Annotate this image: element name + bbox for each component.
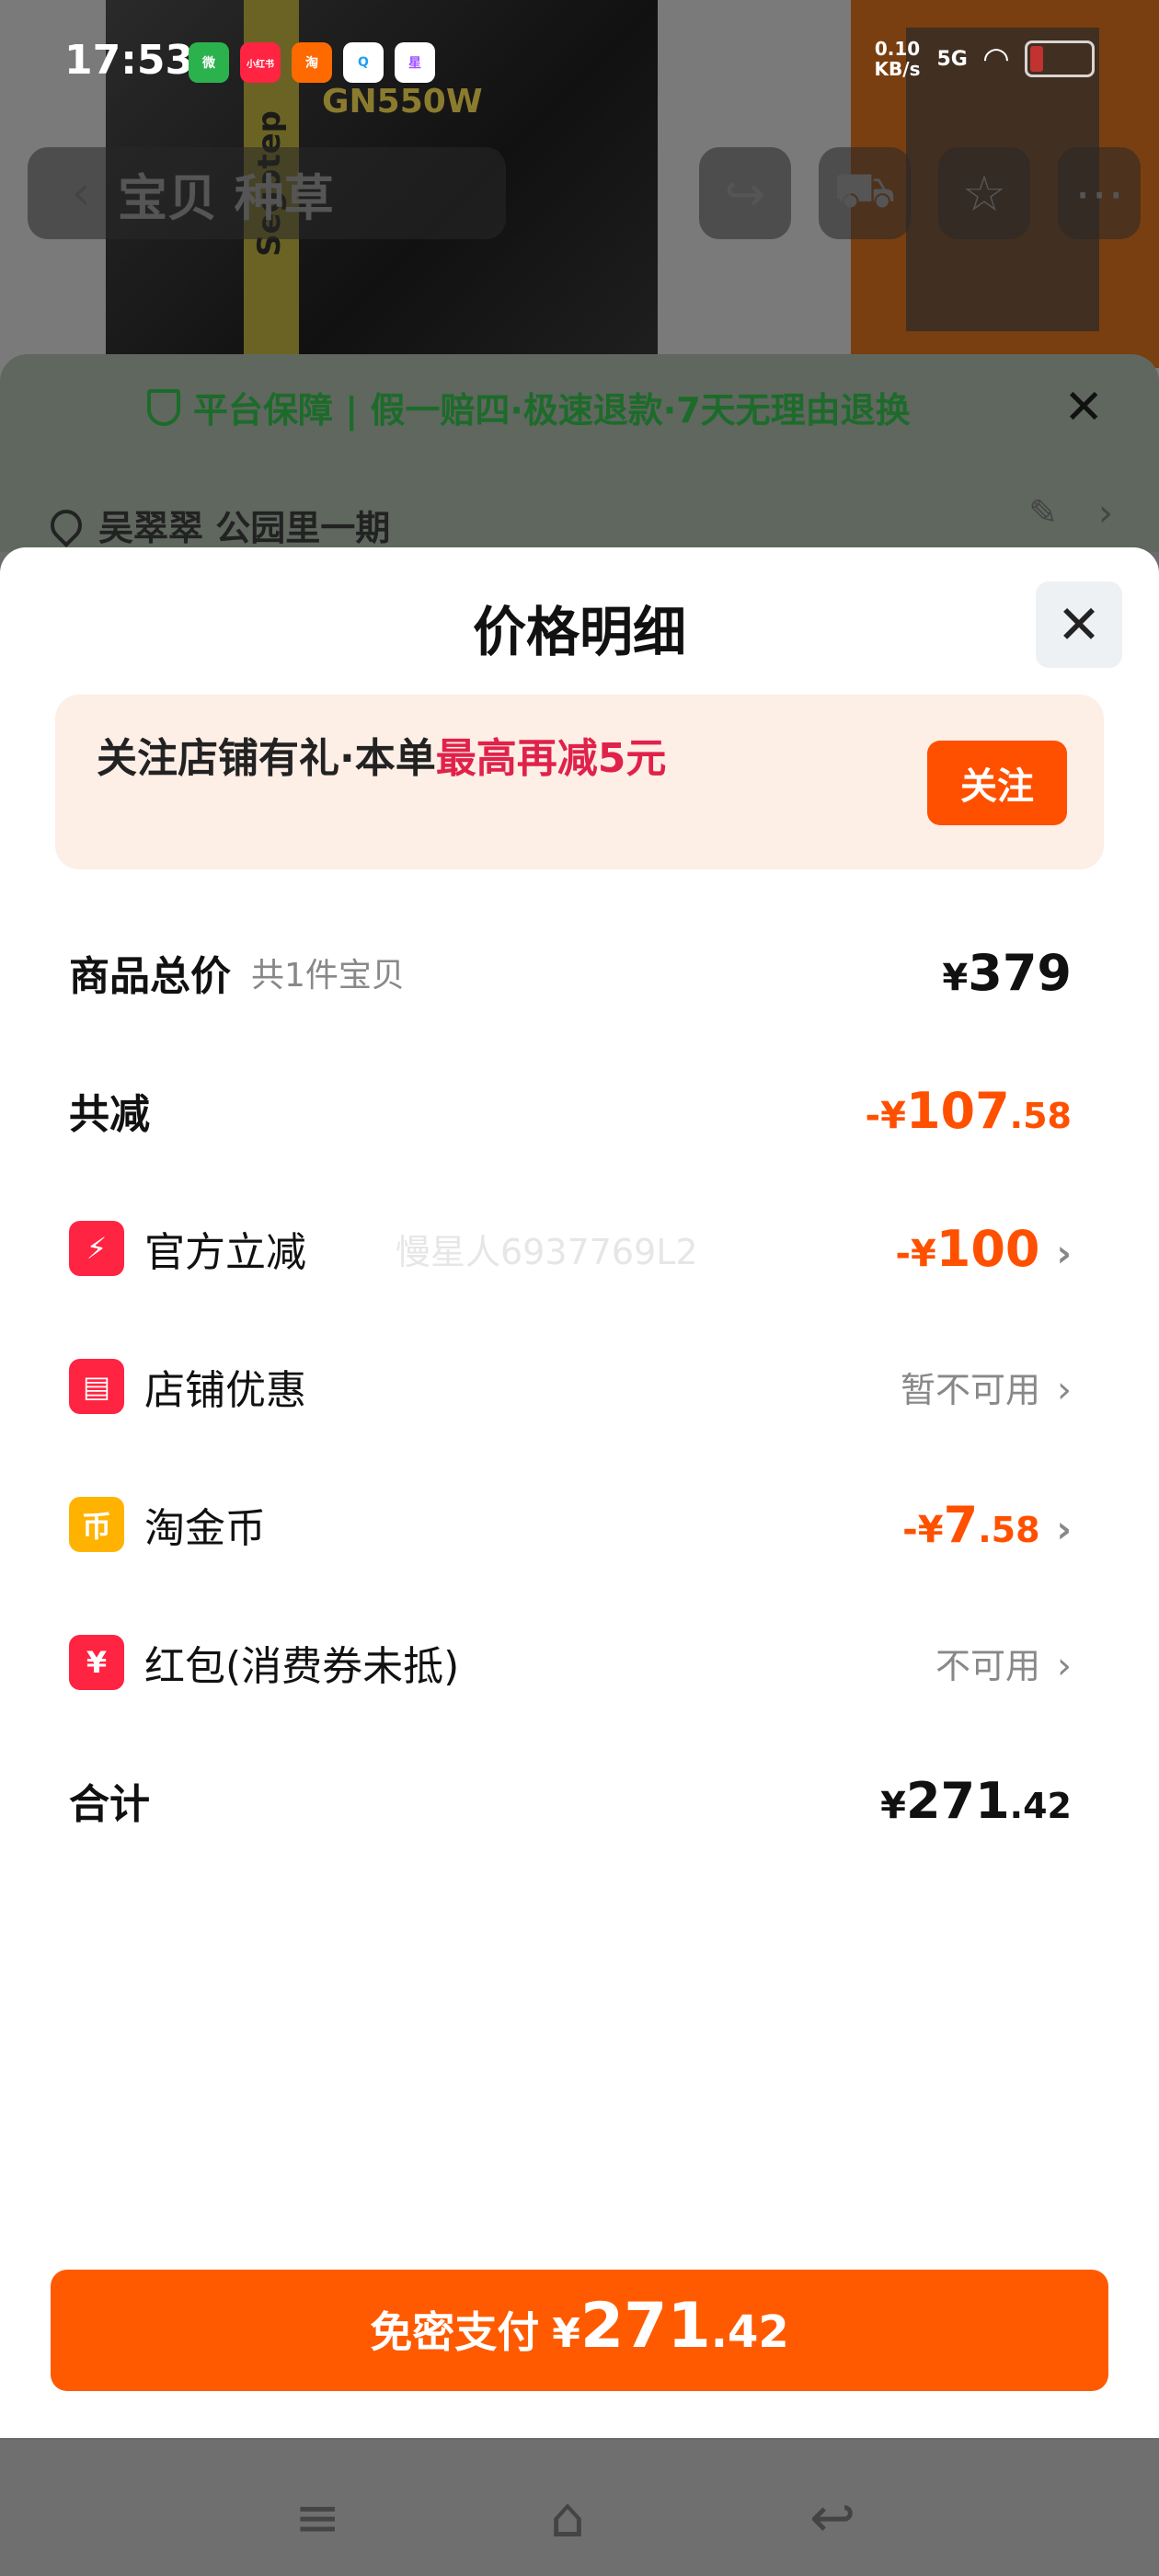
- back-icon[interactable]: ↩: [809, 2486, 855, 2550]
- official-discount-value: -¥ 100 ›: [895, 1219, 1072, 1278]
- pay-button[interactable]: 免密支付 ¥271.42: [51, 2270, 1108, 2391]
- shop-discount-value: 暂不可用 ›: [900, 1368, 1072, 1411]
- watermark: 慢星人6937769L2: [396, 1232, 698, 1272]
- redpacket-row[interactable]: ¥ 红包(消费券未抵) 不可用 ›: [69, 1626, 1072, 1699]
- sum-value: ¥271.42: [880, 1771, 1072, 1830]
- cart-icon: ⛟: [819, 147, 911, 239]
- address-row: 吴翠翠 公园里一期: [43, 500, 391, 550]
- taobao-icon: 淘: [292, 42, 332, 83]
- signal-icon: 5G: [936, 47, 968, 71]
- chevron-right-icon: ›: [1056, 1508, 1072, 1551]
- status-right: 0.10 KB/s 5G ◠: [875, 39, 1095, 79]
- wifi-icon: ◠: [983, 40, 1008, 77]
- redpacket-value: 不可用 ›: [935, 1644, 1072, 1687]
- location-icon: [43, 502, 89, 547]
- total-price-row: 商品总价 共1件宝贝 ¥379: [69, 936, 1072, 1009]
- item-count: 共1件宝贝: [251, 957, 405, 995]
- promo-banner: 关注店铺有礼·本单最高再减5元 关注: [55, 695, 1104, 869]
- nav-title: 宝贝 种草: [118, 168, 334, 227]
- discount-label: 共减: [69, 1091, 150, 1138]
- xiaohongshu-icon: 小红书: [240, 42, 281, 83]
- qq-icon: Q: [343, 42, 384, 83]
- redpacket-label: 红包(消费券未抵): [144, 1643, 460, 1690]
- edit-icon: ✎: [1028, 492, 1058, 533]
- chevron-right-icon: ›: [1098, 492, 1113, 535]
- total-price-value: ¥379: [942, 943, 1072, 1002]
- guarantee-text: 平台保障 | 假一赔四·极速退款·7天无理由退换: [193, 390, 911, 431]
- system-nav-bar: ≡ ⌂ ↩: [0, 2440, 1159, 2576]
- close-icon: ✕: [1063, 380, 1104, 435]
- address-text: 吴翠翠 公园里一期: [98, 508, 391, 548]
- pay-label: 免密支付: [370, 2307, 540, 2357]
- guarantee-row: 平台保障 | 假一赔四·极速退款·7天无理由退换: [147, 382, 911, 432]
- chevron-right-icon: ›: [1057, 1644, 1072, 1687]
- coin-icon: 币: [69, 1497, 124, 1552]
- coin-value: -¥ 7.58 ›: [902, 1495, 1072, 1554]
- guarantee-banner: 平台保障 | 假一赔四·极速退款·7天无理由退换 ✕ 吴翠翠 公园里一期 ✎ ›: [0, 354, 1159, 552]
- shield-icon: [147, 388, 180, 426]
- net-speed: 0.10 KB/s: [874, 38, 921, 80]
- shop-icon: ▤: [69, 1359, 124, 1414]
- red-packet-icon: ¥: [69, 1635, 124, 1690]
- sum-row: 合计 ¥271.42: [69, 1764, 1072, 1837]
- close-button[interactable]: ✕: [1036, 581, 1122, 668]
- official-discount-label: 官方立减: [144, 1229, 306, 1276]
- home-icon[interactable]: ⌂: [550, 2486, 585, 2550]
- status-bar: 17:53 微 小红书 淘 Q 星 0.10 KB/s 5G ◠: [0, 0, 1159, 120]
- coin-label: 淘金币: [144, 1505, 266, 1552]
- sum-label: 合计: [69, 1781, 150, 1828]
- wechat-icon: 微: [189, 42, 229, 83]
- share-icon: ↪: [699, 147, 791, 239]
- lightning-icon: ⚡: [69, 1221, 124, 1276]
- star-app-icon: 星: [395, 42, 435, 83]
- discount-row: 共减 -¥ 107.58: [69, 1074, 1072, 1147]
- more-icon: ⋯: [1058, 147, 1141, 239]
- star-icon: ☆: [938, 147, 1030, 239]
- back-icon: ‹: [71, 166, 91, 221]
- close-icon: ✕: [1056, 593, 1102, 656]
- chevron-right-icon: ›: [1057, 1368, 1072, 1411]
- sheet-title: 价格明细: [472, 601, 686, 663]
- status-app-icons: 微 小红书 淘 Q 星: [189, 42, 435, 83]
- total-price-label: 商品总价: [69, 953, 231, 1000]
- promo-text: 关注店铺有礼·本单最高再减5元: [97, 735, 667, 782]
- status-time: 17:53: [64, 37, 194, 84]
- chevron-right-icon: ›: [1056, 1232, 1072, 1275]
- discount-value: -¥ 107.58: [865, 1081, 1073, 1140]
- menu-icon[interactable]: ≡: [294, 2486, 340, 2550]
- shop-discount-label: 店铺优惠: [144, 1367, 306, 1414]
- price-detail-sheet: 价格明细 ✕ 关注店铺有礼·本单最高再减5元 关注 商品总价 共1件宝贝 ¥37…: [0, 547, 1159, 2438]
- battery-icon: [1025, 40, 1095, 77]
- coin-row[interactable]: 币 淘金币 -¥ 7.58 ›: [69, 1488, 1072, 1561]
- nav-search-bar: ‹ 宝贝 种草: [28, 147, 506, 239]
- promo-highlight: 最高再减5元: [435, 735, 667, 782]
- follow-button[interactable]: 关注: [927, 741, 1067, 825]
- shop-discount-row[interactable]: ▤ 店铺优惠 暂不可用 ›: [69, 1350, 1072, 1423]
